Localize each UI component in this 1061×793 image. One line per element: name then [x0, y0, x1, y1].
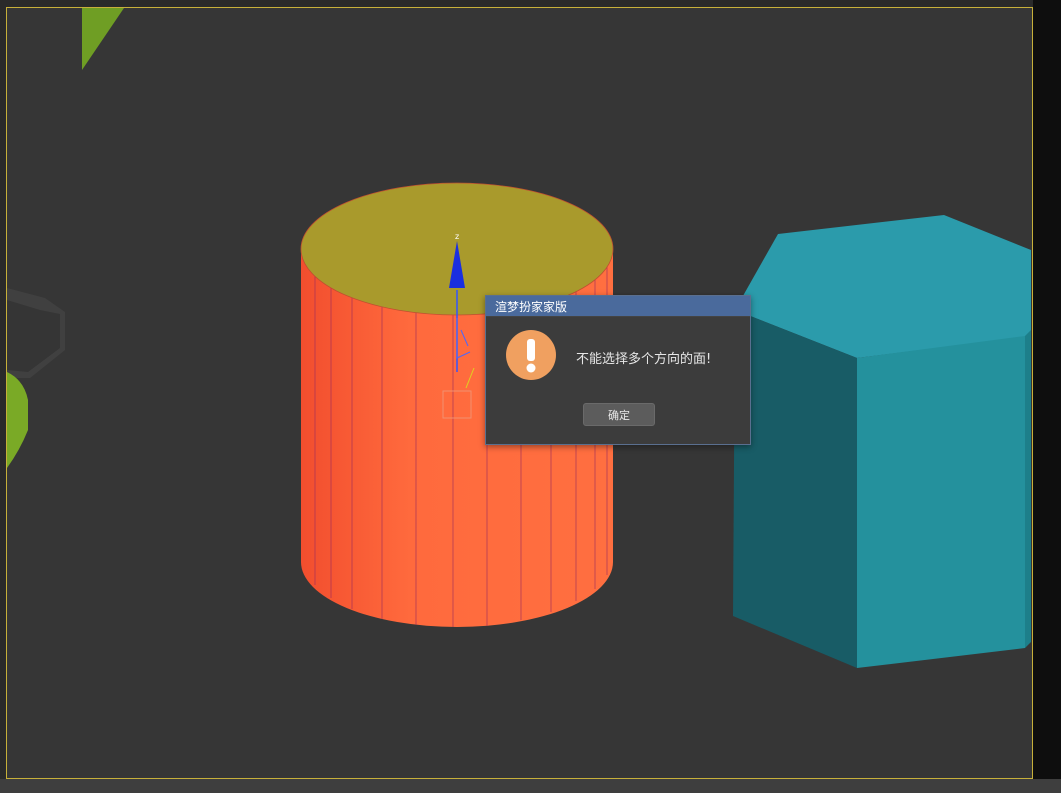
green-object-top[interactable]: [82, 8, 124, 70]
dialog-body: 不能选择多个方向的面! 确定: [486, 317, 750, 444]
hex-prism-side-front[interactable]: [857, 336, 1025, 668]
green-object-left[interactable]: [7, 372, 28, 468]
dialog-message: 不能选择多个方向的面!: [576, 352, 712, 367]
hex-prism-side-left[interactable]: [733, 310, 857, 668]
warning-icon: [506, 330, 556, 380]
dialog-titlebar[interactable]: 渲梦扮家家版: [486, 296, 750, 316]
dialog-title: 渲梦扮家家版: [495, 299, 568, 314]
z-axis-label: z: [455, 232, 459, 241]
ok-button[interactable]: 确定: [583, 403, 655, 426]
alert-dialog[interactable]: 渲梦扮家家版 不能选择多个方向的面! 确定: [485, 295, 751, 445]
